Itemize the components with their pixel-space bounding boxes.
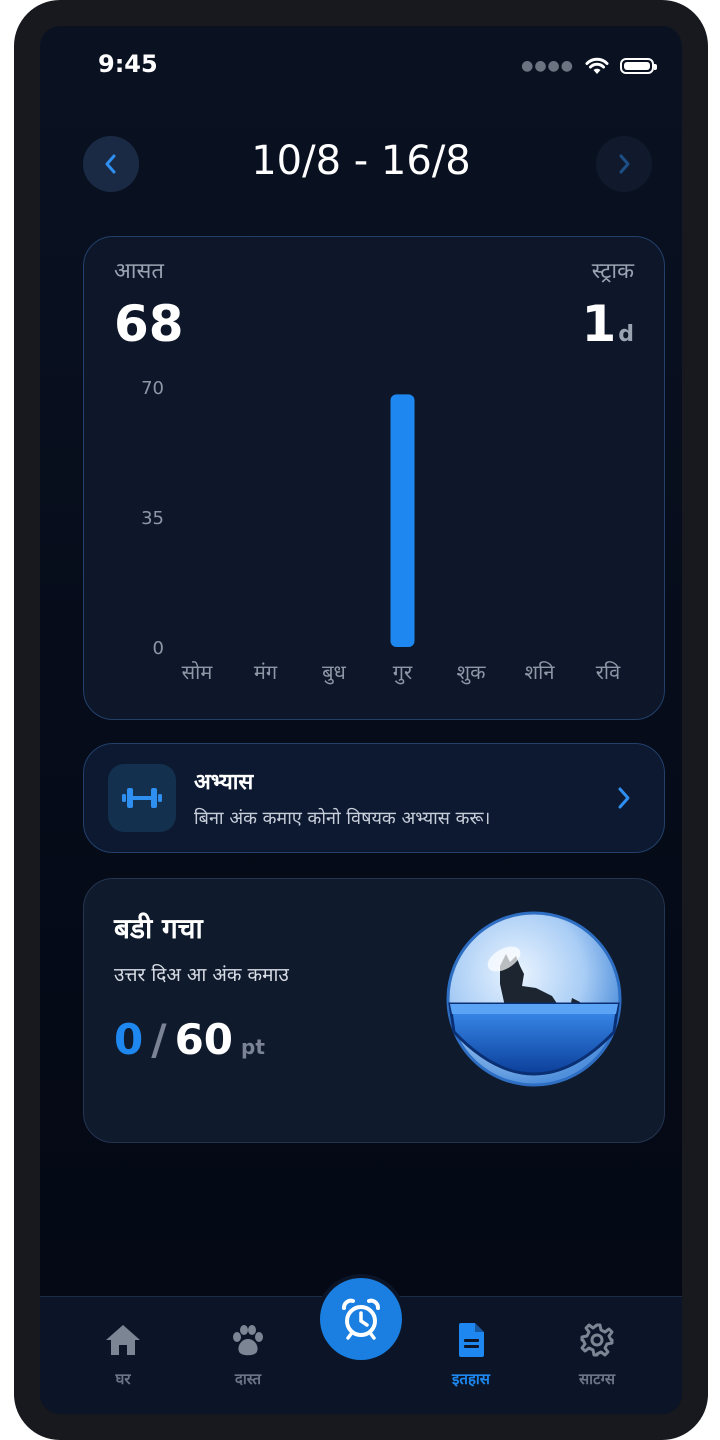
status-indicators: ●●●●: [521, 56, 657, 76]
y-tick-label: 70: [141, 378, 164, 399]
x-tick-label: गुर: [393, 660, 413, 685]
gacha-subtitle: उत्तर दिअ आ अंक कमाउ: [114, 964, 289, 986]
week-range-title: 10/8 - 16/8: [251, 138, 471, 184]
dumbbell-icon: [108, 764, 176, 832]
document-icon: [456, 1321, 486, 1359]
paw-icon: [229, 1321, 267, 1359]
phone-frame: 9:45 ●●●● 10/8 - 16/8 आसत स्ट्राक 68 1d …: [14, 0, 708, 1440]
points-total: 60: [174, 1015, 234, 1064]
app-screen: 9:45 ●●●● 10/8 - 16/8 आसत स्ट्राक 68 1d …: [40, 26, 682, 1414]
dog-capsule-image: [446, 911, 622, 1087]
x-tick-label: रवि: [596, 660, 621, 684]
tab-history-label: इतहास: [452, 1370, 490, 1388]
y-tick-label: 35: [141, 508, 164, 529]
chevron-right-icon: [619, 154, 630, 174]
chart-bar: [390, 394, 415, 647]
alarm-clock-icon: [342, 1298, 380, 1340]
tab-home-label: घर: [115, 1370, 131, 1388]
y-tick-label: 0: [153, 638, 164, 659]
x-tick-label: बुध: [322, 660, 346, 685]
gacha-title: बडी गचा: [114, 912, 203, 945]
wifi-icon: [585, 57, 609, 74]
points-current: 0: [114, 1015, 144, 1064]
weekly-chart-card: आसत स्ट्राक 68 1d 70 35 0 सोम मंग बुध गुर शुक शन…: [83, 236, 665, 720]
gacha-card[interactable]: बडी गचा उत्तर दिअ आ अंक कमाउ 0 / 60 pt: [83, 878, 665, 1143]
gacha-points: 0 / 60 pt: [114, 1015, 265, 1064]
tab-pets[interactable]: दास्त: [193, 1297, 303, 1414]
x-tick-label: सोम: [182, 660, 214, 684]
gear-icon: [579, 1321, 615, 1359]
practice-title: अभ्यास: [194, 770, 254, 795]
next-week-button[interactable]: [596, 136, 652, 192]
tab-home[interactable]: घर: [68, 1297, 178, 1414]
tab-settings[interactable]: साटग्स: [542, 1297, 652, 1414]
signal-icon: ●●●●: [521, 58, 574, 74]
tab-history[interactable]: इतहास: [416, 1297, 526, 1414]
tab-settings-label: साटग्स: [579, 1370, 615, 1388]
tab-pets-label: दास्त: [234, 1370, 262, 1388]
home-icon: [104, 1321, 142, 1359]
points-separator: /: [151, 1015, 167, 1064]
x-tick-label: मंग: [254, 660, 278, 684]
x-tick-label: शुक: [457, 660, 487, 685]
points-unit: pt: [241, 1035, 265, 1059]
battery-icon: [620, 58, 657, 74]
practice-card[interactable]: अभ्यास बिना अंक कमाए कोनो विषयक अभ्यास क…: [83, 743, 665, 853]
practice-description: बिना अंक कमाए कोनो विषयक अभ्यास करू।: [194, 808, 491, 829]
x-tick-label: शनि: [525, 660, 556, 684]
bar-chart: 70 35 0 सोम मंग बुध गुर शुक शनि रवि: [141, 378, 621, 685]
alarm-button[interactable]: [320, 1278, 402, 1360]
status-time: 9:45: [98, 50, 158, 78]
chevron-right-icon: [618, 787, 630, 809]
